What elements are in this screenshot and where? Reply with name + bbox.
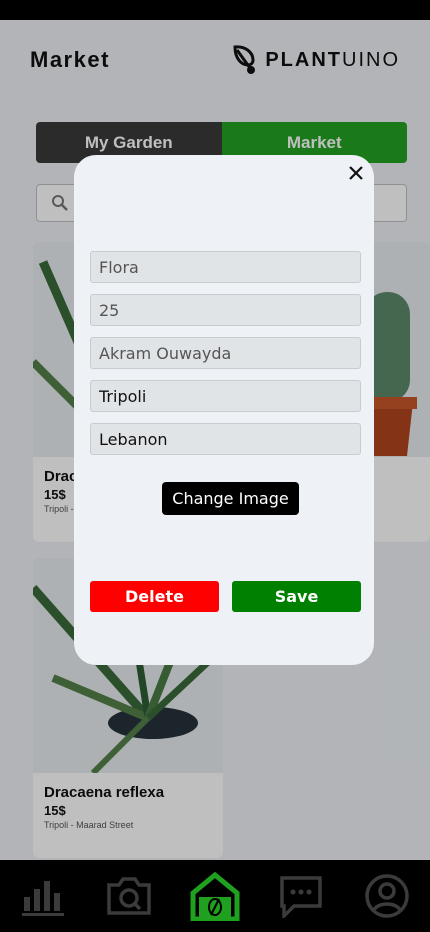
nav-stats[interactable] [15, 868, 71, 924]
delete-button[interactable]: Delete [90, 581, 219, 612]
nav-profile[interactable] [359, 868, 415, 924]
plant-name-field[interactable] [90, 251, 361, 283]
close-icon[interactable] [346, 163, 366, 183]
nav-camera[interactable] [101, 868, 157, 924]
change-image-button[interactable]: Change Image [162, 482, 299, 515]
seller-name-field[interactable] [90, 337, 361, 369]
camera-icon [107, 877, 151, 915]
home-leaf-icon [190, 871, 240, 921]
bottom-nav [0, 860, 430, 932]
city-field[interactable] [90, 380, 361, 412]
save-button[interactable]: Save [232, 581, 361, 612]
price-field[interactable] [90, 294, 361, 326]
nav-messages[interactable] [273, 868, 329, 924]
profile-icon [365, 874, 409, 918]
country-field[interactable] [90, 423, 361, 455]
nav-home[interactable] [187, 868, 243, 924]
chat-icon [280, 876, 322, 918]
chart-icon [22, 881, 64, 916]
edit-plant-modal: Change Image Delete Save [74, 155, 374, 665]
